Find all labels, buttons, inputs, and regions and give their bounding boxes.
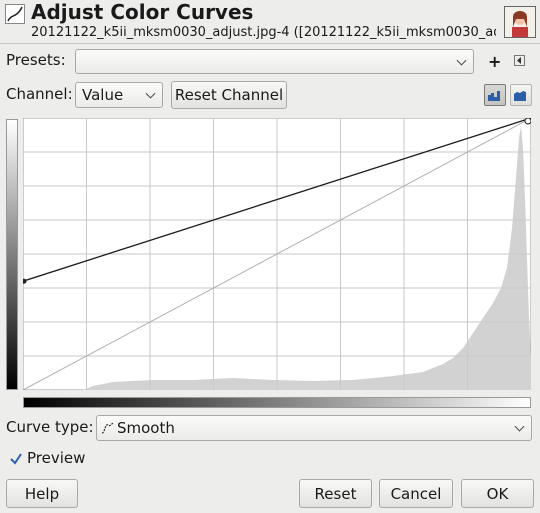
image-thumbnail: [504, 6, 536, 38]
channel-value: Value: [82, 86, 124, 104]
preview-checkbox[interactable]: [9, 451, 23, 465]
input-gradient-bar: [6, 119, 18, 390]
chevron-down-icon: [456, 55, 467, 66]
log-histogram-icon[interactable]: [510, 84, 532, 106]
channel-label: Channel:: [6, 85, 73, 103]
channel-select[interactable]: Value: [75, 82, 163, 108]
add-preset-icon[interactable]: +: [488, 52, 501, 71]
preview-label[interactable]: Preview: [27, 449, 85, 467]
reset-channel-button[interactable]: Reset Channel: [171, 81, 287, 109]
curve-type-value: Smooth: [117, 419, 175, 437]
chevron-down-icon: [514, 421, 525, 432]
ok-button[interactable]: OK: [461, 479, 534, 508]
curve-type-select[interactable]: Smooth: [96, 415, 532, 441]
presets-label: Presets:: [6, 51, 66, 69]
cancel-button[interactable]: Cancel: [379, 479, 453, 508]
help-button[interactable]: Help: [6, 479, 78, 508]
curves-graph[interactable]: [23, 118, 531, 390]
dialog-subtitle: 20121122_k5ii_mksm0030_adjust.jpg-4 ([20…: [31, 25, 496, 40]
header-separator: [0, 43, 540, 44]
smooth-curve-icon: [101, 421, 115, 435]
reset-button[interactable]: Reset: [299, 479, 372, 508]
linear-histogram-icon[interactable]: [484, 84, 506, 106]
presets-combo[interactable]: [75, 49, 474, 74]
curve-type-label: Curve type:: [6, 418, 94, 436]
checkmark-icon: [10, 453, 22, 465]
curve-control-point: [524, 118, 531, 125]
preset-menu-icon[interactable]: [514, 55, 525, 66]
dialog-header-icon: [5, 4, 25, 24]
output-gradient-bar: [23, 397, 531, 408]
dialog-title: Adjust Color Curves: [31, 0, 254, 24]
chevron-down-icon: [145, 88, 156, 99]
